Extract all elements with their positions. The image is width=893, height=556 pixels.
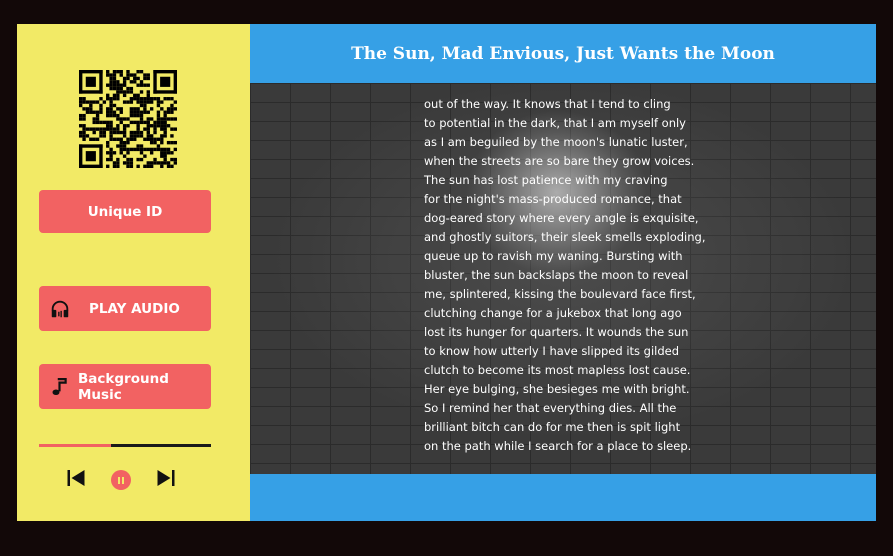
headphones-icon: [51, 300, 69, 317]
play-audio-button[interactable]: PLAY AUDIO: [39, 286, 211, 331]
background-music-label: Background Music: [78, 370, 169, 403]
pause-icon-bar: [122, 476, 124, 484]
main-panel: The Sun, Mad Envious, Just Wants the Moo…: [250, 24, 876, 521]
poem-line: to know how utterly I have slipped its g…: [424, 344, 680, 358]
poem-line: dog-eared story where every angle is exq…: [424, 211, 699, 225]
title-bar: The Sun, Mad Envious, Just Wants the Moo…: [250, 24, 876, 83]
poem-text: out of the way. It knows that I tend to …: [424, 95, 744, 456]
poem-line: to potential in the dark, that I am myse…: [424, 116, 686, 130]
play-audio-label: PLAY AUDIO: [89, 300, 180, 317]
poem-line: on the path while I search for a place t…: [424, 439, 692, 453]
skip-next-icon[interactable]: [155, 468, 176, 488]
qr-code-icon: [79, 70, 177, 168]
poem-line: out of the way. It knows that I tend to …: [424, 97, 671, 111]
sidebar: Unique ID PLAY AUDIO Background Music: [17, 24, 250, 521]
poem-line: Her eye bulging, she besieges me with br…: [424, 382, 690, 396]
player-controls: [17, 465, 250, 491]
poem-line: and ghostly suitors, their sleek smells …: [424, 230, 706, 244]
poem-line: me, splintered, kissing the boulevard fa…: [424, 287, 696, 301]
poem-line: brilliant bitch can do for me then is sp…: [424, 420, 681, 434]
poem-line: clutch to become its most mapless lost c…: [424, 363, 691, 377]
background-music-button[interactable]: Background Music: [39, 364, 211, 409]
poem-area: out of the way. It knows that I tend to …: [250, 83, 876, 474]
poem-title: The Sun, Mad Envious, Just Wants the Moo…: [351, 43, 775, 64]
app-frame: Unique ID PLAY AUDIO Background Music Th…: [17, 24, 876, 521]
audio-progress-bar[interactable]: [39, 444, 211, 447]
music-note-icon: [52, 377, 67, 395]
poem-line: for the night's mass-produced romance, t…: [424, 192, 682, 206]
poem-line: lost its hunger for quarters. It wounds …: [424, 325, 689, 339]
poem-line: clutching change for a jukebox that long…: [424, 306, 682, 320]
skip-previous-icon[interactable]: [66, 468, 87, 488]
unique-id-label: Unique ID: [87, 203, 163, 220]
poem-line: So I remind her that everything dies. Al…: [424, 401, 677, 415]
audio-progress-fill: [39, 444, 112, 447]
poem-line: bluster, the sun backslaps the moon to r…: [424, 268, 689, 282]
poem-line: queue up to ravish my waning. Bursting w…: [424, 249, 683, 263]
unique-id-button[interactable]: Unique ID: [39, 190, 211, 233]
poem-line: as I am beguiled by the moon's lunatic l…: [424, 135, 688, 149]
pause-icon: [118, 476, 120, 484]
poem-line: The sun has lost patience with my cravin…: [424, 173, 668, 187]
poem-line: when the streets are so bare they grow v…: [424, 154, 695, 168]
pause-button[interactable]: [111, 470, 131, 490]
